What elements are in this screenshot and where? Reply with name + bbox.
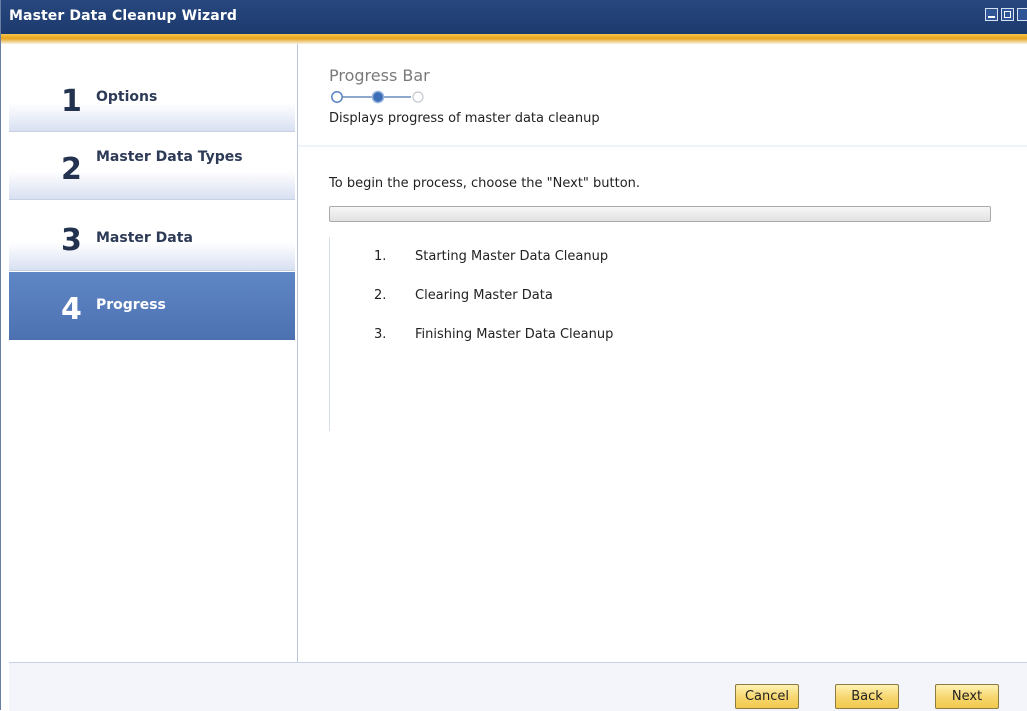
page-description: Displays progress of master data cleanup: [329, 111, 600, 126]
title-bar-accent: [1, 34, 1027, 44]
step-label: Progress: [96, 297, 166, 313]
header-divider: [298, 145, 1027, 148]
wizard-content: Progress Bar Displays progress of master…: [298, 44, 1027, 662]
next-button[interactable]: Next: [935, 684, 999, 709]
step-master-data[interactable]: 3 Master Data: [9, 203, 295, 271]
cleanup-progress-bar: [329, 206, 991, 222]
wizard-footer: Cancel Back Next: [9, 662, 1027, 711]
task-label: Clearing Master Data: [415, 288, 553, 303]
step-number: 4: [61, 292, 82, 327]
step-options[interactable]: 1 Options: [9, 64, 295, 132]
step-number: 1: [61, 84, 82, 119]
step-number: 2: [61, 152, 82, 187]
maximize-icon[interactable]: [1001, 8, 1014, 21]
indicator-dot-3: [412, 91, 424, 103]
wizard-window: Master Data Cleanup Wizard 1 Options 2 M…: [0, 0, 1027, 711]
step-progress[interactable]: 4 Progress: [9, 272, 295, 340]
task-label: Starting Master Data Cleanup: [415, 249, 609, 264]
wizard-steps: 1 Options 2 Master Data Types 3 Master D…: [9, 44, 298, 662]
step-label: Master Data: [96, 230, 193, 246]
window-title: Master Data Cleanup Wizard: [9, 8, 237, 24]
step-master-data-types[interactable]: 2 Master Data Types: [9, 132, 295, 200]
task-label: Finishing Master Data Cleanup: [415, 327, 614, 342]
wizard-position-indicator: [331, 90, 424, 104]
indicator-dot-1: [331, 91, 343, 103]
step-label: Master Data Types: [96, 149, 243, 165]
task-index: 3.: [374, 327, 387, 342]
task-list-rule: [329, 237, 330, 431]
cancel-button[interactable]: Cancel: [735, 684, 799, 709]
close-icon[interactable]: [1017, 8, 1027, 21]
minimize-icon[interactable]: [985, 8, 998, 21]
instruction-text: To begin the process, choose the "Next" …: [329, 176, 641, 191]
task-index: 1.: [374, 249, 387, 264]
page-title: Progress Bar: [329, 66, 430, 85]
back-button[interactable]: Back: [835, 684, 899, 709]
step-number: 3: [61, 223, 82, 258]
step-label: Options: [96, 89, 158, 105]
task-index: 2.: [374, 288, 387, 303]
title-bar: Master Data Cleanup Wizard: [1, 0, 1027, 34]
indicator-dot-2: [371, 90, 385, 104]
